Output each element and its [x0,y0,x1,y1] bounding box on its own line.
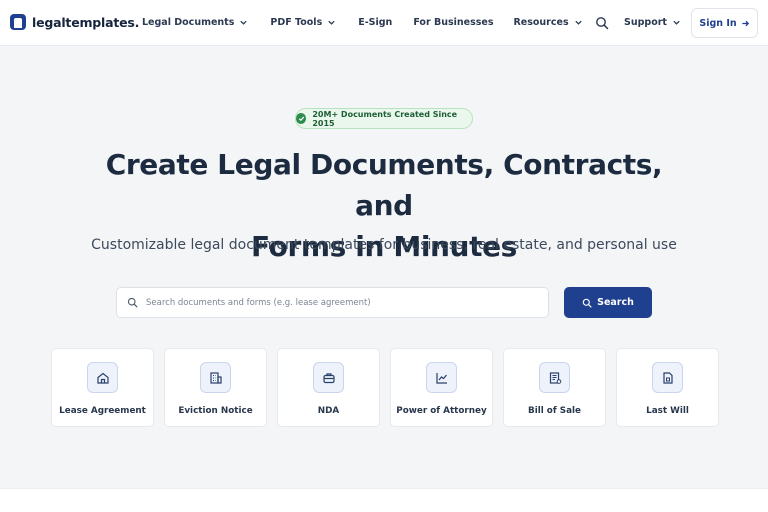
card-last-will[interactable]: Last Will [616,348,719,427]
nav-label: Legal Documents [142,17,235,28]
chevron-down-icon [240,20,248,25]
house-icon [87,362,118,393]
nav-label: PDF Tools [270,17,323,28]
receipt-icon [539,362,570,393]
chevron-down-icon [574,20,582,25]
search-icon[interactable] [595,16,609,30]
card-power-of-attorney[interactable]: Power of Attorney [390,348,493,427]
main-nav: Legal Documents PDF Tools E-Sign For Bus… [142,17,583,28]
nav-label: For Businesses [413,17,494,28]
search-icon [582,298,592,308]
logo-icon [10,14,26,30]
hero-subtitle: Customizable legal document templates fo… [91,237,677,253]
search-icon [127,297,138,308]
top-navigation-bar: legaltemplates. Legal Documents PDF Tool… [0,0,768,46]
building-icon [200,362,231,393]
chevron-down-icon [328,20,335,25]
briefcase-icon [313,362,344,393]
search-box [116,287,549,318]
search-button[interactable]: Search [564,287,652,318]
card-bill-of-sale[interactable]: Bill of Sale [503,348,606,427]
sign-in-button[interactable]: Sign In [691,8,758,38]
stats-badge: 20M+ Documents Created Since 2015 [295,108,473,129]
card-eviction-notice[interactable]: Eviction Notice [164,348,267,427]
support-menu[interactable]: Support [624,17,681,28]
hero-title-line-1: Create Legal Documents, Contracts, and [105,148,663,222]
check-circle-icon [296,113,307,124]
arrow-right-icon [741,20,749,26]
next-section-edge [0,488,768,512]
card-label: Power of Attorney [396,406,487,416]
card-label: Bill of Sale [527,406,581,416]
nav-label: E-Sign [358,17,393,28]
card-lease-agreement[interactable]: Lease Agreement [51,348,154,427]
site-logo[interactable]: legaltemplates. [10,14,139,30]
chevron-down-icon [673,20,680,25]
nav-e-sign[interactable]: E-Sign [358,17,392,28]
card-label: Lease Agreement [59,406,146,416]
document-icon [652,362,683,393]
nav-resources[interactable]: Resources [513,17,582,28]
nav-for-businesses[interactable]: For Businesses [413,17,493,28]
card-label: Eviction Notice [178,406,253,416]
card-label: Last Will [646,406,689,416]
nav-legal-documents[interactable]: Legal Documents [142,17,248,28]
popular-documents: Lease Agreement Eviction Notice NDA Powe… [51,348,719,427]
nav-pdf-tools[interactable]: PDF Tools [270,17,336,28]
chart-line-icon [426,362,457,393]
logo-text: legaltemplates. [32,14,140,30]
card-label: NDA [317,406,340,416]
search-button-label: Search [597,297,634,308]
card-nda[interactable]: NDA [277,348,380,427]
sign-in-label: Sign In [699,17,737,29]
support-label: Support [624,17,667,28]
nav-label: Resources [513,17,569,28]
search-input[interactable] [146,297,536,308]
badge-text: 20M+ Documents Created Since 2015 [312,109,458,128]
